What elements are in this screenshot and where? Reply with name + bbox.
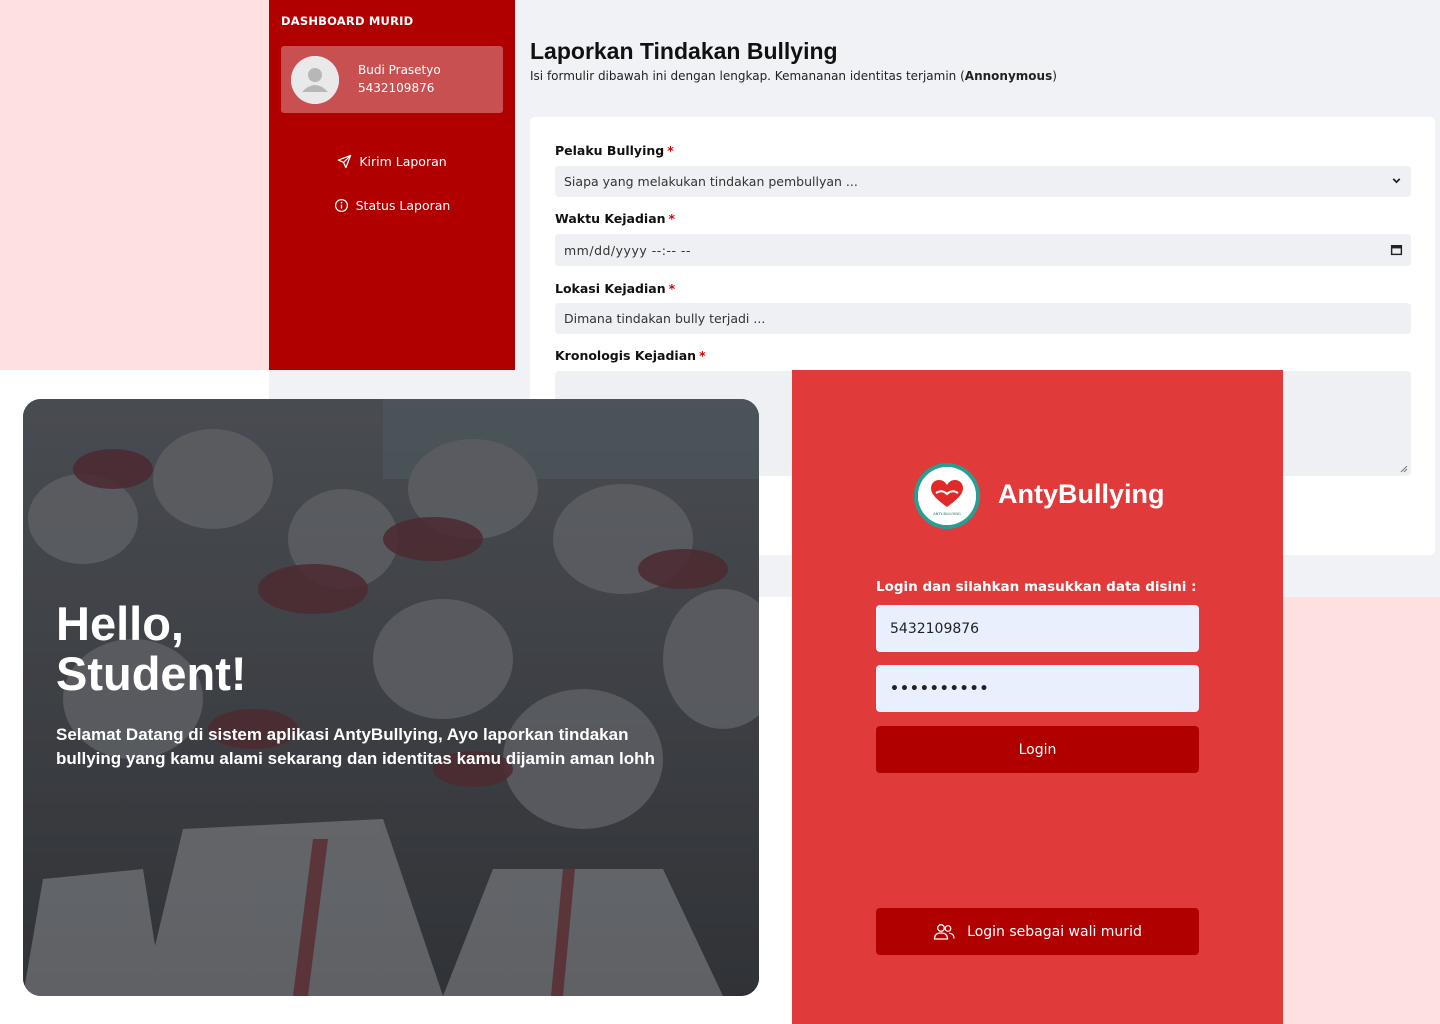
password-input[interactable]: ••••••••••	[876, 665, 1199, 712]
kronologis-label: Kronologis Kejadian *	[555, 348, 706, 363]
calendar-icon[interactable]	[1390, 243, 1403, 256]
anonymous-label: Annonymous	[964, 69, 1053, 83]
nav-label: Kirim Laporan	[359, 154, 447, 169]
page-title: Laporkan Tindakan Bullying	[530, 38, 838, 64]
login-button-label: Login	[1018, 741, 1057, 758]
profile-id: 5432109876	[358, 81, 435, 95]
nav-status-laporan[interactable]: Status Laporan	[269, 198, 515, 213]
pelaku-select-value: Siapa yang melakukan tindakan pembullyan…	[564, 174, 858, 189]
login-panel: ANTY-BULLYING AntyBullying Login dan sil…	[792, 370, 1283, 1024]
waktu-datetime-input[interactable]: mm/dd/yyyy --:-- --	[555, 234, 1411, 266]
profile-name: Budi Prasetyo	[358, 63, 441, 77]
hero-welcome-text: Selamat Datang di sistem aplikasi AntyBu…	[56, 725, 655, 768]
pelaku-select[interactable]: Siapa yang melakukan tindakan pembullyan…	[555, 166, 1411, 197]
users-icon	[933, 923, 955, 940]
hero-photo-card: Hello, Student! Selamat Datang di sistem…	[23, 399, 759, 996]
nav-label: Status Laporan	[355, 198, 451, 213]
brand-name: AntyBullying	[998, 479, 1165, 509]
pink-background-top	[0, 0, 269, 370]
pink-background-right	[1283, 597, 1440, 1024]
profile-card: Budi Prasetyo 5432109876	[281, 46, 503, 113]
avatar	[291, 56, 339, 104]
waktu-placeholder: mm/dd/yyyy --:-- --	[564, 242, 691, 258]
sidebar-title: DASHBOARD MURID	[281, 14, 414, 28]
info-icon	[334, 198, 348, 213]
login-parent-label: Login sebagai wali murid	[967, 923, 1142, 940]
lokasi-placeholder: Dimana tindakan bully terjadi ...	[564, 311, 766, 326]
login-button[interactable]: Login	[876, 726, 1199, 773]
lokasi-label: Lokasi Kejadian *	[555, 281, 676, 296]
waktu-label: Waktu Kejadian *	[555, 211, 676, 226]
user-avatar-icon	[291, 56, 339, 104]
send-icon	[338, 154, 352, 169]
chevron-down-icon	[1392, 178, 1401, 184]
login-parent-button[interactable]: Login sebagai wali murid	[876, 908, 1199, 955]
username-input[interactable]: 5432109876	[876, 605, 1199, 652]
heart-hands-logo-icon: ANTY-BULLYING	[918, 467, 976, 525]
page-subtitle: Isi formulir dibawah ini dengan lengkap.…	[530, 69, 1057, 83]
nav-kirim-laporan[interactable]: Kirim Laporan	[269, 154, 515, 169]
hero-greeting: Hello, Student!	[56, 597, 247, 700]
logo-text: ANTY-BULLYING	[933, 512, 961, 516]
resize-grip-icon[interactable]	[1400, 465, 1408, 473]
pelaku-label: Pelaku Bullying *	[555, 143, 674, 158]
app-logo: ANTY-BULLYING	[914, 463, 980, 529]
lokasi-input[interactable]: Dimana tindakan bully terjadi ...	[555, 303, 1411, 334]
login-hint: Login dan silahkan masukkan data disini …	[876, 579, 1197, 595]
sidebar: DASHBOARD MURID Budi Prasetyo 5432109876…	[269, 0, 515, 370]
